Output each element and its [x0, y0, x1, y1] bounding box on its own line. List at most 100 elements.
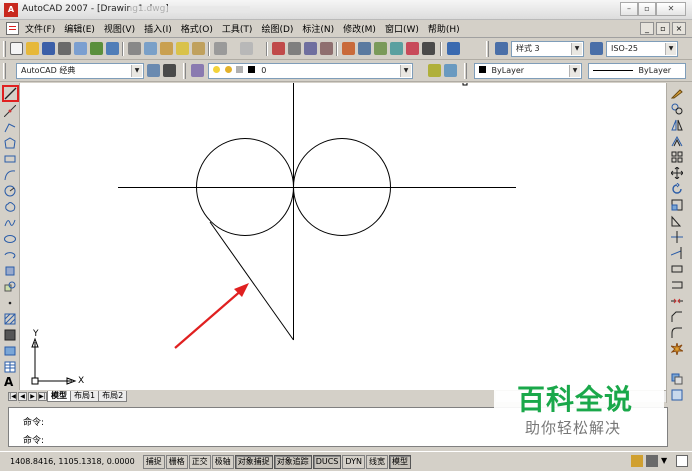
grid-toggle[interactable]: 栅格: [165, 454, 188, 469]
menu-modify[interactable]: 修改(M): [343, 22, 376, 35]
circle-icon[interactable]: [4, 185, 16, 197]
region-icon[interactable]: [4, 345, 16, 357]
make-current-layer-icon[interactable]: [428, 64, 441, 77]
communication-center-icon[interactable]: [631, 455, 643, 467]
snap-toggle[interactable]: 捕捉: [142, 454, 165, 469]
zoom-previous-icon[interactable]: [320, 42, 333, 55]
scale-icon[interactable]: [671, 199, 683, 211]
toolbar-lock-icon[interactable]: [646, 455, 658, 467]
command-grip[interactable]: [0, 407, 8, 447]
minimize-button[interactable]: –: [620, 2, 638, 16]
text-style-select[interactable]: 样式 3 ▼: [511, 41, 584, 57]
publish-icon[interactable]: [90, 42, 103, 55]
text-style-icon[interactable]: [495, 42, 508, 55]
menu-draw[interactable]: 绘图(D): [261, 22, 293, 35]
dim-style-select[interactable]: ISO-25 ▼: [606, 41, 678, 57]
tab-last-button[interactable]: ▶|: [38, 391, 47, 401]
menu-file[interactable]: 文件(F): [25, 22, 55, 35]
zoom-window-icon[interactable]: [304, 42, 317, 55]
tab-first-button[interactable]: |◀: [8, 391, 17, 401]
coordinate-readout[interactable]: 1408.8416, 1105.1318, 0.0000: [10, 457, 135, 466]
point-icon[interactable]: [4, 297, 16, 309]
pan-icon[interactable]: [272, 42, 285, 55]
save-workspace-icon[interactable]: [163, 64, 176, 77]
layer-manager-icon[interactable]: [191, 64, 204, 77]
workspace-select[interactable]: AutoCAD 经典 ▼: [16, 63, 144, 79]
polygon-icon[interactable]: [4, 137, 16, 149]
revision-cloud-icon[interactable]: [4, 201, 16, 213]
zoom-realtime-icon[interactable]: [288, 42, 301, 55]
fillet-icon[interactable]: [671, 327, 683, 339]
menu-format[interactable]: 格式(O): [181, 22, 213, 35]
break-at-point-icon[interactable]: [671, 263, 683, 275]
menu-edit[interactable]: 编辑(E): [64, 22, 95, 35]
erase-icon[interactable]: [670, 87, 683, 99]
match-properties-icon[interactable]: [176, 42, 189, 55]
line-tool-icon[interactable]: [2, 85, 19, 102]
copy-object-icon[interactable]: [671, 103, 683, 115]
construction-line-icon[interactable]: [3, 104, 17, 118]
new-file-icon[interactable]: [10, 42, 23, 55]
cut-icon[interactable]: [128, 42, 141, 55]
chamfer-icon[interactable]: [671, 311, 683, 323]
toolbar-grip[interactable]: [486, 41, 489, 57]
arc-icon[interactable]: [4, 169, 16, 181]
menu-window[interactable]: 窗口(W): [385, 22, 419, 35]
tab-model[interactable]: 模型: [47, 390, 71, 402]
tab-prev-button[interactable]: ◀: [18, 391, 27, 401]
document-icon[interactable]: [6, 22, 19, 35]
menu-insert[interactable]: 插入(I): [144, 22, 172, 35]
properties-icon[interactable]: [342, 42, 355, 55]
multiline-text-icon[interactable]: A: [4, 376, 16, 388]
clean-screen-icon[interactable]: [676, 455, 688, 467]
draw-order-icon[interactable]: [671, 373, 683, 385]
3d-dwf-icon[interactable]: [106, 42, 119, 55]
drawing-area[interactable]: Y X: [20, 83, 666, 390]
toolbar-grip[interactable]: [3, 63, 6, 79]
hatch-icon[interactable]: [4, 313, 16, 325]
ellipse-arc-icon[interactable]: [4, 249, 16, 261]
dyn-toggle[interactable]: DYN: [342, 454, 365, 469]
trim-icon[interactable]: [671, 231, 683, 243]
ducs-toggle[interactable]: DUCS: [312, 454, 342, 469]
open-folder-icon[interactable]: [26, 42, 39, 55]
polar-toggle[interactable]: 极轴: [211, 454, 234, 469]
layer-select[interactable]: 0 ▼: [208, 63, 413, 79]
polyline-icon[interactable]: [4, 121, 16, 133]
stretch-icon[interactable]: [671, 215, 683, 227]
print-icon[interactable]: [58, 42, 71, 55]
gradient-icon[interactable]: [4, 329, 16, 341]
spline-icon[interactable]: [4, 217, 16, 229]
model-toggle[interactable]: 模型: [388, 454, 411, 469]
lineweight-toggle[interactable]: 线宽: [365, 454, 388, 469]
paste-icon[interactable]: [160, 42, 173, 55]
tab-layout1[interactable]: 布局1: [70, 390, 100, 402]
linetype-select[interactable]: ByLayer: [588, 63, 686, 79]
mirror-icon[interactable]: [671, 119, 683, 131]
insert-block-icon[interactable]: [4, 265, 16, 277]
doc-minimize-button[interactable]: _: [640, 22, 654, 35]
doc-close-button[interactable]: ×: [672, 22, 686, 35]
toolbar-grip[interactable]: [3, 41, 6, 57]
offset-icon[interactable]: [671, 135, 683, 147]
close-button[interactable]: ✕: [656, 2, 686, 16]
make-block-icon[interactable]: [4, 281, 16, 293]
extend-icon[interactable]: [670, 247, 683, 259]
tray-menu-chevron-icon[interactable]: ▼: [661, 455, 673, 467]
layer-previous-icon[interactable]: [444, 64, 457, 77]
explode-icon[interactable]: [670, 342, 684, 356]
ellipse-icon[interactable]: [4, 233, 16, 245]
otrack-toggle[interactable]: 对象追踪: [273, 454, 312, 469]
menu-help[interactable]: 帮助(H): [428, 22, 460, 35]
dimension-icon[interactable]: [671, 389, 683, 401]
help-icon[interactable]: [447, 42, 460, 55]
table-icon[interactable]: [4, 361, 16, 373]
menu-dimension[interactable]: 标注(N): [302, 22, 334, 35]
command-prompt[interactable]: 命令:: [23, 433, 44, 446]
menu-view[interactable]: 视图(V): [104, 22, 135, 35]
join-icon[interactable]: [671, 295, 683, 307]
menu-tools[interactable]: 工具(T): [222, 22, 253, 35]
print-preview-icon[interactable]: [74, 42, 87, 55]
toolbar-grip[interactable]: [464, 63, 467, 79]
sheet-set-icon[interactable]: [390, 42, 403, 55]
